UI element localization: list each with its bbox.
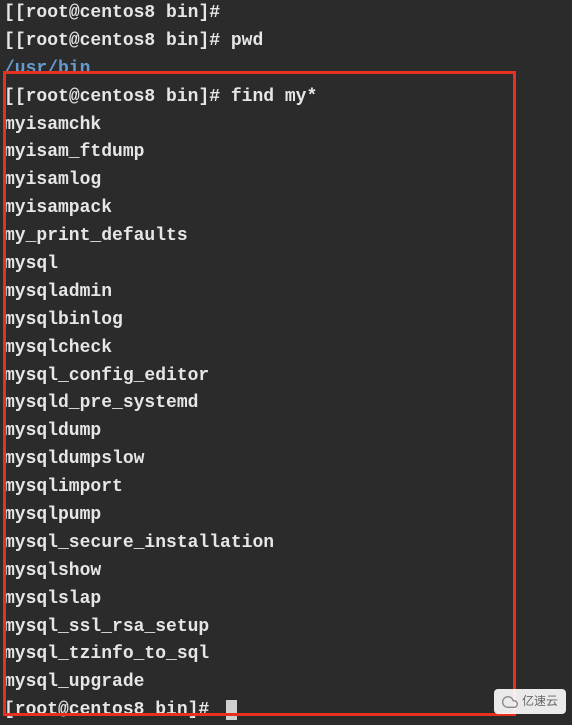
terminal-line: my_print_defaults <box>4 223 568 251</box>
command-output: myisamchk <box>4 115 101 135</box>
path-output: /usr/bin <box>4 59 90 79</box>
terminal-line: mysqladmin <box>4 279 568 307</box>
watermark-text: 亿速云 <box>522 692 558 711</box>
command-output: mysql_ssl_rsa_setup <box>4 617 209 637</box>
command-output: mysql_secure_installation <box>4 533 274 553</box>
command-output: mysqld_pre_systemd <box>4 393 198 413</box>
terminal-line: mysql_config_editor <box>4 363 568 391</box>
terminal-line: mysqldump <box>4 418 568 446</box>
command-output: myisampack <box>4 198 112 218</box>
command-output: mysqlslap <box>4 589 101 609</box>
cloud-icon <box>502 694 518 710</box>
terminal-line: mysql_tzinfo_to_sql <box>4 641 568 669</box>
terminal-line: myisamchk <box>4 112 568 140</box>
watermark: 亿速云 <box>494 689 566 714</box>
terminal-line: mysqlcheck <box>4 335 568 363</box>
command-output: mysqlcheck <box>4 338 112 358</box>
shell-command: pwd <box>231 31 263 51</box>
shell-prompt: [root@centos8 bin]# <box>15 31 231 51</box>
terminal-line: myisamlog <box>4 167 568 195</box>
terminal-line: mysqld_pre_systemd <box>4 390 568 418</box>
command-output: mysqlshow <box>4 561 101 581</box>
terminal-line: mysql_secure_installation <box>4 530 568 558</box>
terminal-line: [[root@centos8 bin]# find my* <box>4 84 568 112</box>
shell-prompt: [root@centos8 bin]# <box>4 700 220 720</box>
shell-prompt: [root@centos8 bin]# <box>15 3 231 23</box>
terminal-line: mysqlimport <box>4 474 568 502</box>
terminal-output[interactable]: [[root@centos8 bin]# [[root@centos8 bin]… <box>4 0 568 725</box>
shell-command: find my* <box>231 87 317 107</box>
command-output: my_print_defaults <box>4 226 188 246</box>
terminal-line: mysqldumpslow <box>4 446 568 474</box>
terminal-line: [[root@centos8 bin]# <box>4 0 568 28</box>
command-output: mysqldumpslow <box>4 449 144 469</box>
terminal-line: myisam_ftdump <box>4 139 568 167</box>
terminal-line: mysql_ssl_rsa_setup <box>4 614 568 642</box>
command-output: mysqlbinlog <box>4 310 123 330</box>
terminal-line: mysqlshow <box>4 558 568 586</box>
command-output: mysqladmin <box>4 282 112 302</box>
command-output: mysql <box>4 254 58 274</box>
terminal-line: [root@centos8 bin]# <box>4 697 568 725</box>
command-output: mysqldump <box>4 421 101 441</box>
terminal-line: mysql_upgrade <box>4 669 568 697</box>
command-output: mysqlpump <box>4 505 101 525</box>
terminal-line: mysqlpump <box>4 502 568 530</box>
command-output: myisamlog <box>4 170 101 190</box>
terminal-line: myisampack <box>4 195 568 223</box>
command-output: mysql_config_editor <box>4 366 209 386</box>
command-output: mysql_tzinfo_to_sql <box>4 644 209 664</box>
command-output: mysqlimport <box>4 477 123 497</box>
cursor <box>226 700 237 720</box>
terminal-line: /usr/bin <box>4 56 568 84</box>
terminal-line: mysqlbinlog <box>4 307 568 335</box>
shell-prompt: [root@centos8 bin]# <box>15 87 231 107</box>
command-output: mysql_upgrade <box>4 672 144 692</box>
terminal-line: mysqlslap <box>4 586 568 614</box>
command-output: myisam_ftdump <box>4 142 144 162</box>
terminal-line: mysql <box>4 251 568 279</box>
terminal-line: [[root@centos8 bin]# pwd <box>4 28 568 56</box>
